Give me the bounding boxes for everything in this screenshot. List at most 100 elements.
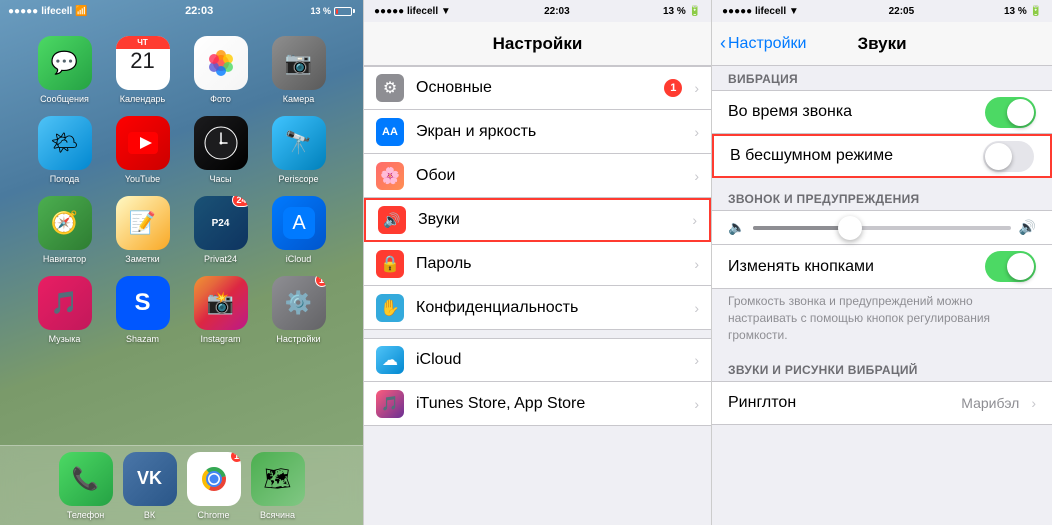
status-time-3: 22:05 xyxy=(889,6,915,17)
status-carrier-1: ●●●●● lifecell 📶 xyxy=(8,6,88,17)
carrier-name: lifecell xyxy=(41,6,72,17)
sounds-row-silent-mode[interactable]: В бесшумном режиме xyxy=(712,134,1052,178)
sounds-vibration-header: ЗВУКИ И РИСУНКИ ВИБРАЦИЙ xyxy=(712,357,1052,381)
app-camera[interactable]: 📷 Камера xyxy=(260,30,338,110)
settings-label-passcode: Пароль xyxy=(416,255,682,273)
app-shazam[interactable]: S Shazam xyxy=(104,270,182,350)
toggle-during-call[interactable] xyxy=(985,97,1036,128)
settings-row-icloud[interactable]: ☁ iCloud › xyxy=(364,338,711,382)
back-chevron-icon: ‹ xyxy=(720,33,726,54)
settings-row-itunes[interactable]: 🎵 iTunes Store, App Store › xyxy=(364,382,711,426)
chevron-general: › xyxy=(694,80,699,96)
app-photos[interactable]: Фото xyxy=(182,30,260,110)
toggle-silent-mode[interactable] xyxy=(983,141,1034,172)
app-weather[interactable]: 🌤 Погода xyxy=(26,110,104,190)
app-music[interactable]: 🎵 Музыка xyxy=(26,270,104,350)
dock-vk[interactable]: VK ВК xyxy=(123,452,177,520)
app-navigator[interactable]: 🧭 Навигатор xyxy=(26,190,104,270)
settings-row-general[interactable]: ⚙ Основные 1 › xyxy=(364,66,711,110)
status-bar-1: ●●●●● lifecell 📶 22:03 13 % xyxy=(0,0,363,22)
settings-label-sounds: Звуки xyxy=(418,211,680,229)
app-clock[interactable]: Часы xyxy=(182,110,260,190)
sounds-row-ringtone[interactable]: Ринглтон Марибэл › xyxy=(712,381,1052,425)
app-appstore[interactable]: A iCloud xyxy=(260,190,338,270)
dock-phone[interactable]: 📞 Телефон xyxy=(59,452,113,520)
sounds-row-change-with-buttons[interactable]: Изменять кнопками xyxy=(712,245,1052,289)
app-youtube[interactable]: YouTube xyxy=(104,110,182,190)
signal-dots: ●●●●● xyxy=(8,6,38,17)
volume-hint: Громкость звонка и предупреждений можно … xyxy=(712,289,1052,349)
battery-pct-1: 13 % xyxy=(310,6,331,16)
status-bar-3: ●●●●● lifecell ▼ 22:05 13 % 🔋 xyxy=(712,0,1052,22)
sounds-row-during-call[interactable]: Во время звонка xyxy=(712,90,1052,134)
app-settings[interactable]: ⚙️ 1 Настройки xyxy=(260,270,338,350)
wifi-icon: 📶 xyxy=(75,6,87,17)
app-instagram[interactable]: 📸 Instagram xyxy=(182,270,260,350)
settings-spacer xyxy=(364,330,711,338)
sounds-nav-bar: ‹ Настройки Звуки xyxy=(712,22,1052,66)
status-carrier-3: ●●●●● lifecell ▼ xyxy=(722,6,799,17)
battery-icon-1 xyxy=(334,7,355,16)
back-button[interactable]: ‹ Настройки xyxy=(720,33,806,54)
settings-icon-general: ⚙ xyxy=(376,74,404,102)
label-ringtone: Ринглтон xyxy=(728,394,949,412)
settings-icon-display: AA xyxy=(376,118,404,146)
app-calendar[interactable]: ЧТ 21 Календарь xyxy=(104,30,182,110)
app-periscope[interactable]: 🔭 Periscope xyxy=(260,110,338,190)
settings-row-passcode[interactable]: 🔒 Пароль › xyxy=(364,242,711,286)
settings-label-icloud: iCloud xyxy=(416,351,682,369)
phone1-home-screen: ●●●●● lifecell 📶 22:03 13 % 💬 Сообщения … xyxy=(0,0,363,525)
settings-list: ⚙ Основные 1 › AA Экран и яркость › 🌸 Об… xyxy=(364,66,711,426)
settings-row-display[interactable]: AA Экран и яркость › xyxy=(364,110,711,154)
settings-row-privacy[interactable]: ✋ Конфиденциальность › xyxy=(364,286,711,330)
app-messages[interactable]: 💬 Сообщения xyxy=(26,30,104,110)
divider-2 xyxy=(712,349,1052,357)
settings-icon-privacy: ✋ xyxy=(376,294,404,322)
chevron-privacy: › xyxy=(694,300,699,316)
settings-icon-passcode: 🔒 xyxy=(376,250,404,278)
status-time-1: 22:03 xyxy=(185,5,213,17)
settings-label-itunes: iTunes Store, App Store xyxy=(416,395,682,413)
chevron-icloud: › xyxy=(694,352,699,368)
volume-track[interactable] xyxy=(753,226,1010,230)
label-during-call: Во время звонка xyxy=(728,103,973,121)
divider-1 xyxy=(712,178,1052,186)
dock-maps[interactable]: 🗺 Всячина xyxy=(251,452,305,520)
chevron-passcode: › xyxy=(694,256,699,272)
volume-slider-row: 🔈 🔊 xyxy=(728,219,1036,236)
back-label: Настройки xyxy=(728,35,806,53)
dock-chrome[interactable]: 1 1 Chrome xyxy=(187,452,241,520)
vibration-section-header: ВИБРАЦИЯ xyxy=(712,66,1052,90)
settings-icon-itunes: 🎵 xyxy=(376,390,404,418)
toggle-change-with-buttons[interactable] xyxy=(985,251,1036,282)
label-change-with-buttons: Изменять кнопками xyxy=(728,258,973,276)
svg-text:A: A xyxy=(292,212,306,234)
volume-fill xyxy=(753,226,843,230)
dock: 📞 Телефон VK ВК 1 1 Chr xyxy=(0,445,363,525)
chevron-sounds: › xyxy=(692,212,697,228)
status-bar-2: ●●●●● lifecell ▼ 22:03 13 % 🔋 xyxy=(364,0,711,22)
settings-row-sounds[interactable]: 🔊 Звуки › xyxy=(364,198,711,242)
settings-label-wallpaper: Обои xyxy=(416,167,682,185)
volume-high-icon: 🔊 xyxy=(1019,219,1036,236)
status-battery-1: 13 % xyxy=(310,6,355,16)
app-notes[interactable]: 📝 Заметки xyxy=(104,190,182,270)
settings-label-privacy: Конфиденциальность xyxy=(416,299,682,317)
settings-icon-wallpaper: 🌸 xyxy=(376,162,404,190)
settings-nav-title: Настройки xyxy=(493,34,583,54)
status-carrier-2: ●●●●● lifecell ▼ xyxy=(374,6,451,17)
volume-thumb[interactable] xyxy=(838,216,862,240)
settings-icon-sounds: 🔊 xyxy=(378,206,406,234)
app-privat24[interactable]: P24 24 Privat24 xyxy=(182,190,260,270)
status-time-2: 22:03 xyxy=(544,6,570,17)
phone3-sounds: ●●●●● lifecell ▼ 22:05 13 % 🔋 ‹ Настройк… xyxy=(711,0,1052,525)
chevron-display: › xyxy=(694,124,699,140)
volume-section: 🔈 🔊 xyxy=(712,210,1052,245)
label-silent-mode: В бесшумном режиме xyxy=(730,147,971,165)
app-grid: 💬 Сообщения ЧТ 21 Календарь xyxy=(0,22,363,358)
ringtone-value: Марибэл xyxy=(961,395,1019,411)
settings-row-wallpaper[interactable]: 🌸 Обои › xyxy=(364,154,711,198)
status-battery-3: 13 % 🔋 xyxy=(1004,6,1042,17)
settings-label-display: Экран и яркость xyxy=(416,123,682,141)
settings-label-general: Основные xyxy=(416,79,652,97)
